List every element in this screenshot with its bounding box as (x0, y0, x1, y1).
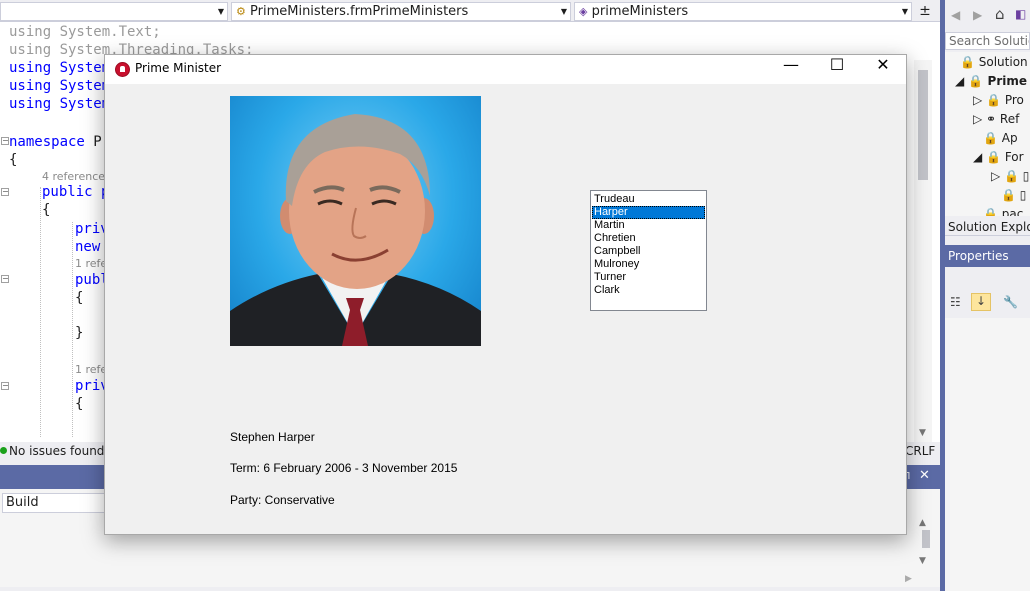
home-icon[interactable]: ⌂ (995, 7, 1005, 22)
list-item[interactable]: Turner (592, 271, 705, 284)
chevron-down-icon: ▼ (901, 7, 908, 16)
status-ok-icon (0, 447, 7, 454)
tree-item-app-config[interactable]: 🔒 Ap (983, 131, 1018, 145)
tab-solution-explorer[interactable]: Solution Explor (945, 218, 1030, 236)
scroll-up-arrow-icon[interactable]: ▲ (919, 518, 926, 528)
categorized-icon[interactable]: ☷ (950, 295, 961, 309)
portrait-illustration (230, 114, 481, 346)
tree-item-packages[interactable]: 🔒 pac (983, 207, 1023, 216)
list-item[interactable]: Mulroney (592, 258, 705, 271)
prime-minister-listbox[interactable]: Trudeau Harper Martin Chretien Campbell Mulro… (590, 190, 707, 311)
codelens-references[interactable]: 4 references (42, 170, 111, 183)
collapse-toggle[interactable]: − (1, 275, 9, 283)
maximize-button[interactable]: ☐ (814, 55, 860, 84)
output-source-combo[interactable]: Build (2, 493, 112, 513)
code-line: { (75, 290, 84, 306)
class-icon: ⚙ (236, 5, 246, 18)
collapse-toggle[interactable]: − (1, 188, 9, 196)
back-icon[interactable]: ◀ (951, 8, 960, 22)
chevron-down-icon: ▼ (217, 7, 224, 16)
window-title: Prime Minister (135, 61, 222, 75)
list-item[interactable]: Trudeau (592, 193, 705, 206)
indent-guide (40, 187, 41, 437)
solution-tree[interactable]: 🔒 Solution ' ◢ 🔒 Prime ▷ 🔒 Pro ▷ ⚭ Ref 🔒… (945, 52, 1030, 216)
code-line: { (9, 152, 18, 168)
close-panel-icon[interactable]: ✕ (919, 468, 930, 483)
list-item[interactable]: Chretien (592, 232, 705, 245)
property-pages-icon[interactable]: 🔧 (1003, 295, 1018, 309)
code-line: using System.Text; (9, 24, 161, 40)
tree-item-properties[interactable]: ▷ 🔒 Pro (973, 93, 1024, 107)
tree-item-form[interactable]: ◢ 🔒 For (973, 150, 1024, 164)
minimize-button[interactable]: — (768, 55, 814, 84)
codelens-references[interactable]: 1 refe (75, 363, 107, 376)
list-item[interactable]: Martin (592, 219, 705, 232)
switch-views-icon[interactable]: ◧ (1015, 7, 1026, 21)
list-item[interactable]: Harper (592, 206, 705, 219)
field-icon: ◈ (579, 5, 588, 18)
split-window-button[interactable]: ± (914, 2, 936, 21)
properties-toolbar: ☷ ↓ 🔧 (945, 289, 1030, 315)
solution-search-input[interactable]: Search Solution (945, 32, 1030, 50)
prime-minister-photo (230, 96, 481, 346)
solution-explorer-toolbar: ◀ ▶ ⌂ ◧ (945, 0, 1030, 32)
scroll-down-arrow-icon[interactable]: ▼ (919, 556, 926, 566)
type-combo[interactable]: ⚙ PrimeMinisters.frmPrimeMinisters ▼ (231, 2, 571, 21)
member-combo-label: primeMinisters (591, 4, 689, 19)
code-line: namespace Pr (9, 134, 111, 150)
pm-party-label: Party: Conservative (230, 493, 335, 507)
window-titlebar[interactable]: Prime Minister — ☐ ✕ (105, 55, 906, 84)
output-scroll-thumb[interactable] (922, 530, 930, 548)
code-line: { (75, 396, 84, 412)
type-combo-label: PrimeMinisters.frmPrimeMinisters (250, 4, 469, 19)
tree-item-project[interactable]: ◢ 🔒 Prime (955, 74, 1027, 88)
code-line: public p (42, 184, 109, 200)
chevron-down-icon: ▼ (560, 7, 567, 16)
tree-item-form-designer[interactable]: ▷ 🔒 ▯ (991, 169, 1029, 183)
project-combo[interactable]: ▼ (0, 2, 228, 21)
prime-minister-window: Prime Minister — ☐ ✕ Trudeau Harper Mart… (104, 54, 907, 535)
pm-name-label: Stephen Harper (230, 430, 315, 444)
pm-term-label: Term: 6 February 2006 - 3 November 2015 (230, 461, 458, 475)
code-line: using System (9, 96, 111, 112)
alphabetical-icon[interactable]: ↓ (971, 293, 991, 311)
codelens-references[interactable]: 1 refe (75, 257, 107, 270)
code-line: using System (9, 60, 111, 76)
tree-item-form-resx[interactable]: 🔒 ▯ (1001, 188, 1026, 202)
properties-header: Properties (945, 245, 1030, 267)
collapse-toggle[interactable]: − (1, 382, 9, 390)
code-line: using System (9, 78, 111, 94)
editor-scroll-thumb[interactable] (918, 70, 928, 180)
maple-leaf-icon (115, 62, 130, 77)
member-combo[interactable]: ◈ primeMinisters ▼ (574, 2, 912, 21)
code-line: { (42, 202, 51, 218)
issues-status[interactable]: No issues found (9, 444, 104, 458)
properties-grid (945, 318, 1030, 591)
indent-guide (72, 222, 73, 437)
code-line: } (75, 325, 84, 341)
list-item[interactable]: Campbell (592, 245, 705, 258)
tree-item-solution[interactable]: 🔒 Solution ' (960, 55, 1030, 69)
close-button[interactable]: ✕ (860, 55, 906, 84)
scroll-right-arrow-icon[interactable]: ▶ (905, 574, 912, 584)
code-line: new (75, 239, 101, 255)
forward-icon[interactable]: ▶ (973, 8, 982, 22)
list-item[interactable]: Clark (592, 284, 705, 297)
collapse-toggle[interactable]: − (1, 137, 9, 145)
line-ending-indicator[interactable]: CRLF (905, 444, 935, 458)
tree-item-references[interactable]: ▷ ⚭ Ref (973, 112, 1019, 126)
scroll-down-arrow-icon[interactable]: ▼ (919, 428, 926, 438)
